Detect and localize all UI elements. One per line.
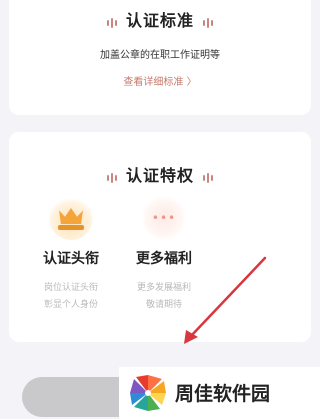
watermark-text: 周佳软件园 <box>175 383 271 405</box>
red-arrow-annotation <box>184 256 267 344</box>
watermark: 周佳软件园 <box>119 367 320 419</box>
pinwheel-logo-icon <box>130 375 166 411</box>
